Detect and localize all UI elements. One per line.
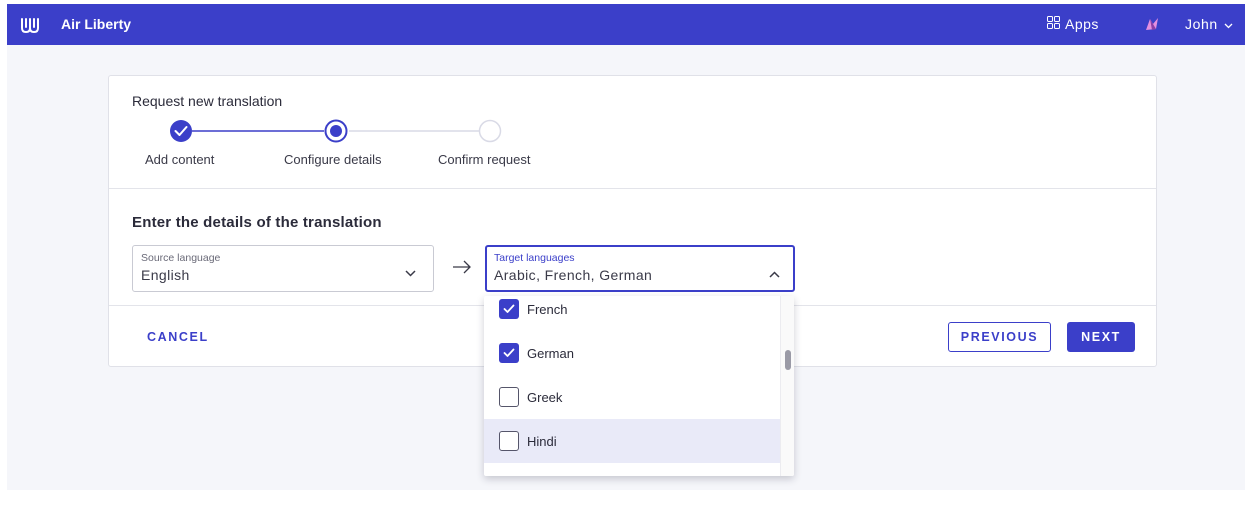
checkbox-unchecked-icon[interactable] [499, 387, 519, 407]
apps-label: Apps [1065, 16, 1099, 32]
checkbox-checked-icon[interactable] [499, 299, 519, 319]
previous-button[interactable]: PREVIOUS [948, 322, 1051, 352]
target-languages-dropdown: French German Greek Hindi [484, 296, 794, 476]
top-bar: Air Liberty Apps John [7, 4, 1245, 45]
source-language-label: Source language [141, 252, 221, 264]
option-label: French [527, 301, 568, 317]
cancel-button[interactable]: CANCEL [147, 330, 209, 344]
scrollbar-thumb[interactable] [785, 350, 791, 370]
app-logo-icon[interactable] [20, 16, 42, 39]
checkbox-unchecked-icon[interactable] [499, 431, 519, 451]
chevron-up-icon [769, 265, 780, 283]
step-label-add-content: Add content [145, 152, 215, 167]
option-german[interactable]: German [484, 331, 780, 375]
checkbox-checked-icon[interactable] [499, 343, 519, 363]
step-label-configure-details: Configure details [284, 152, 382, 167]
chevron-down-icon [405, 264, 416, 282]
step-label-confirm-request: Confirm request [438, 152, 531, 167]
source-language-select[interactable]: Source language English [132, 245, 434, 292]
option-french[interactable]: French [484, 296, 780, 331]
target-languages-label: Target languages [494, 252, 575, 264]
next-button[interactable]: NEXT [1067, 322, 1135, 352]
apps-menu-button[interactable]: Apps [1047, 16, 1099, 32]
app-frame: Air Liberty Apps John Request new transl… [7, 4, 1245, 490]
target-languages-select[interactable]: Target languages Arabic, French, German [485, 245, 795, 292]
dropdown-scrollbar[interactable] [780, 296, 794, 476]
stepper [170, 119, 502, 143]
section-title: Enter the details of the translation [132, 214, 382, 231]
chevron-down-icon [1224, 16, 1233, 32]
step-2-current-icon [324, 119, 348, 143]
option-greek[interactable]: Greek [484, 375, 780, 419]
option-hindi[interactable]: Hindi [484, 419, 780, 463]
target-languages-value: Arabic, French, German [494, 267, 653, 283]
brand-name[interactable]: Air Liberty [61, 16, 131, 32]
option-label: Hindi [527, 433, 557, 449]
step-3-upcoming-icon [478, 119, 502, 143]
user-name: John [1185, 16, 1218, 32]
source-language-value: English [141, 267, 190, 283]
step-1-complete-icon [170, 120, 192, 142]
header-divider [109, 188, 1156, 189]
user-avatar-icon[interactable] [1143, 15, 1161, 38]
option-label: Greek [527, 389, 563, 405]
user-menu-button[interactable]: John [1185, 16, 1233, 32]
option-label: German [527, 345, 574, 361]
apps-grid-icon [1047, 16, 1060, 32]
arrow-right-icon [452, 260, 472, 279]
